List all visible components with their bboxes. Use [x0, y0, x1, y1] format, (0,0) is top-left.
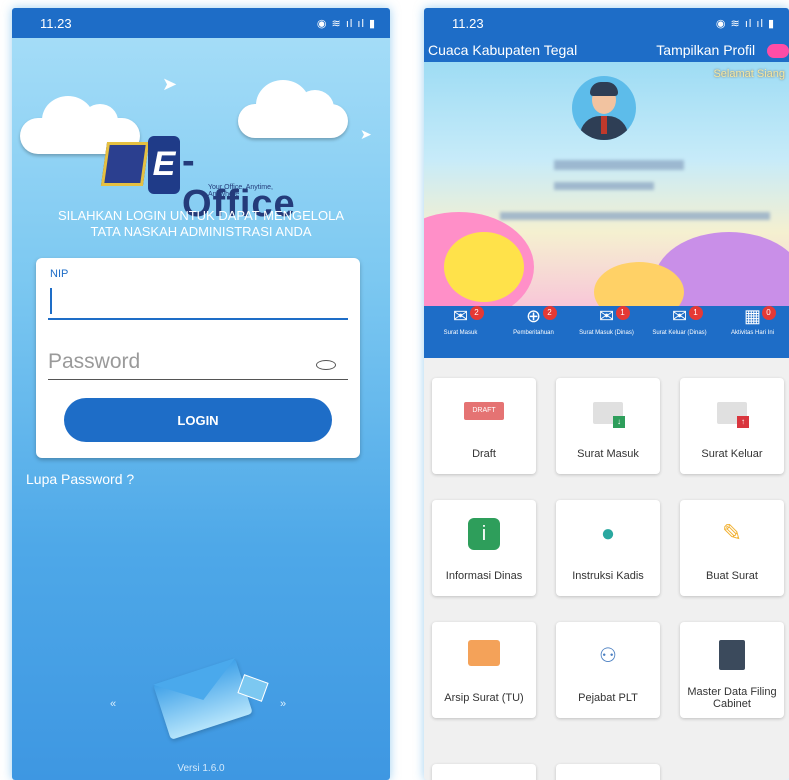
tile-partial[interactable] [432, 764, 536, 780]
redacted-id [554, 182, 654, 190]
forgot-password-link[interactable]: Lupa Password ? [26, 471, 134, 487]
tile-label: Master Data Filing Cabinet [687, 686, 777, 710]
tile-buat-surat[interactable]: ✎ Buat Surat [680, 500, 784, 596]
quick-access-bar: ✉ 2 Surat Masuk ⊕ 2 Pemberitahuan ✉ 1 Su… [424, 300, 789, 358]
tile-label: Pejabat PLT [578, 692, 638, 704]
chevron-left-icon: « [110, 698, 117, 710]
status-icons: ◉ ≋ ıl ıl ▮ [316, 17, 376, 30]
badge-count: 2 [542, 306, 557, 320]
tile-label: Surat Keluar [701, 448, 763, 460]
text-cursor [50, 288, 52, 314]
mail-in-icon: ↓ [593, 402, 625, 428]
logo-tagline: Your Office, Anytime, Anywhere [208, 184, 273, 198]
login-button[interactable]: LOGIN [64, 398, 332, 442]
quick-pemberitahuan[interactable]: ⊕ 2 Pemberitahuan [499, 306, 569, 337]
more-tiles-row [432, 764, 660, 780]
tile-label: Buat Surat [706, 570, 758, 582]
password-input[interactable] [48, 344, 348, 380]
dashboard-screen: 11.23 ◉ ≋ ıl ıl ▮ Cuaca Kabupaten Tegal … [424, 8, 789, 780]
status-time: 11.23 [452, 15, 484, 31]
quick-surat-keluar-dinas[interactable]: ✉ 1 Surat Keluar (Dinas) [645, 306, 715, 337]
profile-toggle-label: Tampilkan Profil [656, 41, 756, 58]
quick-aktivitas-hari-ini[interactable]: ▦ 0 Aktivitas Hari Ini [718, 306, 788, 337]
app-version: Versi 1.6.0 [177, 763, 225, 774]
header-bar: Cuaca Kabupaten Tegal Tampilkan Profil [424, 38, 789, 62]
tile-draft[interactable]: DRAFT Draft [432, 378, 536, 474]
login-card: NIP LOGIN [36, 258, 360, 458]
tile-partial[interactable] [556, 764, 660, 780]
chevron-right-icon: » [280, 698, 287, 710]
profile-banner: Selamat Siang [424, 62, 789, 306]
quick-label: Surat Masuk [443, 330, 478, 336]
nip-input[interactable] [48, 280, 348, 320]
nip-label: NIP [50, 268, 69, 280]
status-icons: ◉ ≋ ıl ıl ▮ [715, 17, 775, 30]
user-avatar[interactable] [572, 76, 636, 140]
draft-icon: DRAFT [464, 402, 504, 420]
cloud-decoration [238, 80, 348, 138]
filing-cabinet-icon [719, 640, 745, 670]
eoffice-logo: E -Office Your Office, Anytime, Anywhere [100, 136, 304, 225]
tile-label: Instruksi Kadis [572, 570, 644, 582]
quick-label: Aktivitas Hari Ini [730, 330, 774, 336]
quick-label: Pemberitahuan [513, 330, 554, 336]
badge-count: 0 [761, 306, 776, 320]
tile-instruksi-kadis[interactable]: ● Instruksi Kadis [556, 500, 660, 596]
tile-label: Draft [472, 448, 496, 460]
pencil-icon: ✎ [721, 520, 743, 547]
status-time: 11.23 [40, 15, 72, 31]
quick-surat-masuk-dinas[interactable]: ✉ 1 Surat Masuk (Dinas) [572, 306, 642, 337]
tile-pejabat-plt[interactable]: ⚇ Pejabat PLT [556, 622, 660, 718]
redacted-name [554, 160, 684, 170]
login-screen: 11.23 ◉ ≋ ıl ıl ▮ ➤ ➤ E -Office Your Off… [12, 8, 390, 780]
login-instruction: SILAHKAN LOGIN UNTUK DAPAT MENGELOLA TAT… [57, 208, 345, 239]
avatar-hair [590, 82, 618, 96]
tile-surat-keluar[interactable]: ↑ Surat Keluar [680, 378, 784, 474]
badge-count: 1 [615, 306, 630, 320]
show-password-eye-icon[interactable] [316, 360, 336, 370]
decor-blob [444, 232, 524, 302]
menu-grid: DRAFT Draft ↓ Surat Masuk ↑ Surat Keluar… [424, 358, 789, 718]
paper-plane-icon: ➤ [162, 74, 178, 94]
badge-count: 2 [469, 306, 484, 320]
officials-icon: ⚇ [599, 645, 617, 667]
tile-surat-masuk[interactable]: ↓ Surat Masuk [556, 378, 660, 474]
quick-surat-masuk[interactable]: ✉ 2 Surat Masuk [426, 306, 496, 337]
weather-link[interactable]: Cuaca Kabupaten Tegal [428, 42, 577, 58]
quick-label: Surat Keluar (Dinas) [652, 330, 707, 336]
mail-out-icon: ↑ [717, 402, 749, 428]
status-bar: 11.23 ◉ ≋ ıl ıl ▮ [424, 8, 789, 38]
profile-toggle[interactable] [767, 44, 789, 59]
info-icon: i [468, 518, 500, 550]
instruction-icon: ● [600, 520, 616, 547]
tile-label: Arsip Surat (TU) [444, 692, 524, 704]
logo-letter: E [148, 136, 180, 194]
status-bar: 11.23 ◉ ≋ ıl ıl ▮ [12, 8, 390, 38]
greeting-text: Selamat Siang [713, 68, 785, 80]
profile-toggle-row: Tampilkan Profil [656, 41, 789, 59]
archive-folder-icon [468, 640, 500, 666]
tile-informasi-dinas[interactable]: i Informasi Dinas [432, 500, 536, 596]
badge-count: 1 [688, 306, 703, 320]
tile-label: Surat Masuk [577, 448, 639, 460]
avatar-tie [601, 116, 607, 134]
document-icon [100, 142, 150, 186]
quick-label: Surat Masuk (Dinas) [579, 330, 634, 336]
tile-label: Informasi Dinas [445, 570, 523, 582]
envelope-illustration-icon [153, 658, 253, 740]
tile-filing-cabinet[interactable]: Master Data Filing Cabinet [680, 622, 784, 718]
paper-plane-icon: ➤ [360, 126, 372, 142]
tile-arsip-surat[interactable]: Arsip Surat (TU) [432, 622, 536, 718]
redacted-position [500, 212, 770, 220]
